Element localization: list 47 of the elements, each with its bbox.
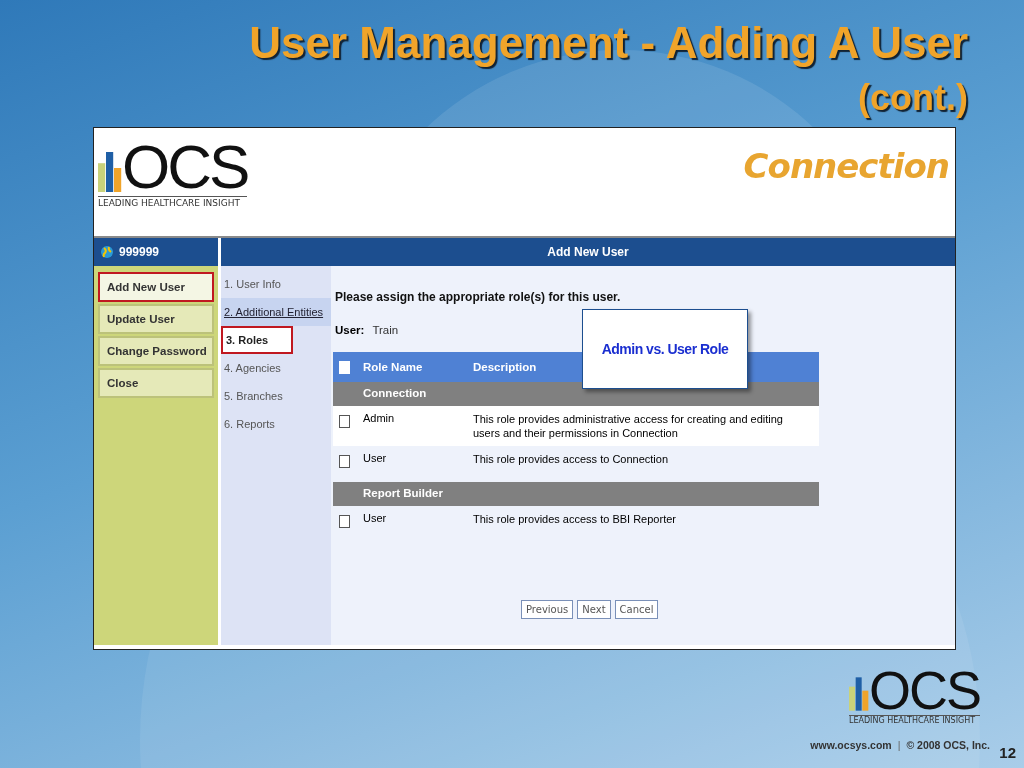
- product-name: Connection: [743, 146, 949, 186]
- group-label: Connection: [363, 386, 428, 399]
- column-header: Description: [473, 360, 538, 374]
- table-cell-text: User: [363, 511, 388, 524]
- column-header: Role Name: [363, 361, 424, 373]
- footer-url: www.ocsys.com: [810, 739, 892, 751]
- group-label: Report Builder: [363, 486, 444, 499]
- slide-subtitle: (cont.): [857, 78, 968, 118]
- user-value: Train: [372, 324, 399, 336]
- logo-tagline: LEADING HEALTHCARE INSIGHT: [848, 715, 980, 725]
- checkbox[interactable]: [339, 455, 350, 468]
- menu-item[interactable]: Close: [98, 368, 214, 398]
- wizard-button[interactable]: Next: [577, 600, 611, 619]
- step-item[interactable]: 2. Additional Entities: [221, 298, 331, 326]
- globe-icon: [100, 245, 114, 259]
- menu-item[interactable]: Add New User: [98, 272, 214, 302]
- footer-separator: |: [897, 739, 901, 751]
- account-number: 999999: [119, 245, 160, 259]
- bar-chart-icon: [98, 152, 122, 192]
- step-item[interactable]: 4. Agencies: [221, 354, 331, 382]
- checkbox[interactable]: [339, 415, 350, 428]
- page-title-bar: Add New User: [221, 238, 955, 266]
- table-cell-text: Admin: [363, 411, 396, 424]
- logo-tagline: LEADING HEALTHCARE INSIGHT: [98, 196, 248, 208]
- footer-copyright: © 2008 OCS, Inc.: [906, 739, 990, 751]
- step-item[interactable]: 3. Roles: [221, 326, 293, 354]
- bar-chart-icon: [848, 676, 869, 712]
- callout-box: Admin vs. User Role: [582, 309, 748, 389]
- menu-item[interactable]: Change Password: [98, 336, 214, 366]
- table-cell-text: User: [363, 451, 388, 464]
- logo-text: OCS: [868, 665, 980, 715]
- step-item[interactable]: 6. Reports: [221, 410, 331, 438]
- menu-item[interactable]: Update User: [98, 304, 214, 334]
- wizard-button[interactable]: Previous: [521, 600, 574, 619]
- table-cell-text: This role provides access to BBI Reporter: [473, 512, 677, 527]
- slide-title: User Management - Adding A User: [249, 18, 968, 68]
- logo-text: OCS: [122, 138, 248, 196]
- user-label: User:: [335, 324, 365, 336]
- instruction-text: Please assign the appropriate role(s) for this user.: [335, 290, 622, 304]
- select-all-checkbox[interactable]: [339, 360, 350, 374]
- table-cell-text: This role provides access to Connection: [473, 452, 670, 467]
- table-cell-text: This role provides administrative access for creating and editing users and their permissions in Connection: [473, 412, 784, 441]
- step-item[interactable]: 1. User Info: [221, 270, 331, 298]
- wizard-button[interactable]: Cancel: [614, 600, 659, 619]
- checkbox[interactable]: [339, 515, 350, 528]
- page-number: 12: [999, 744, 1016, 761]
- step-item[interactable]: 5. Branches: [221, 382, 331, 410]
